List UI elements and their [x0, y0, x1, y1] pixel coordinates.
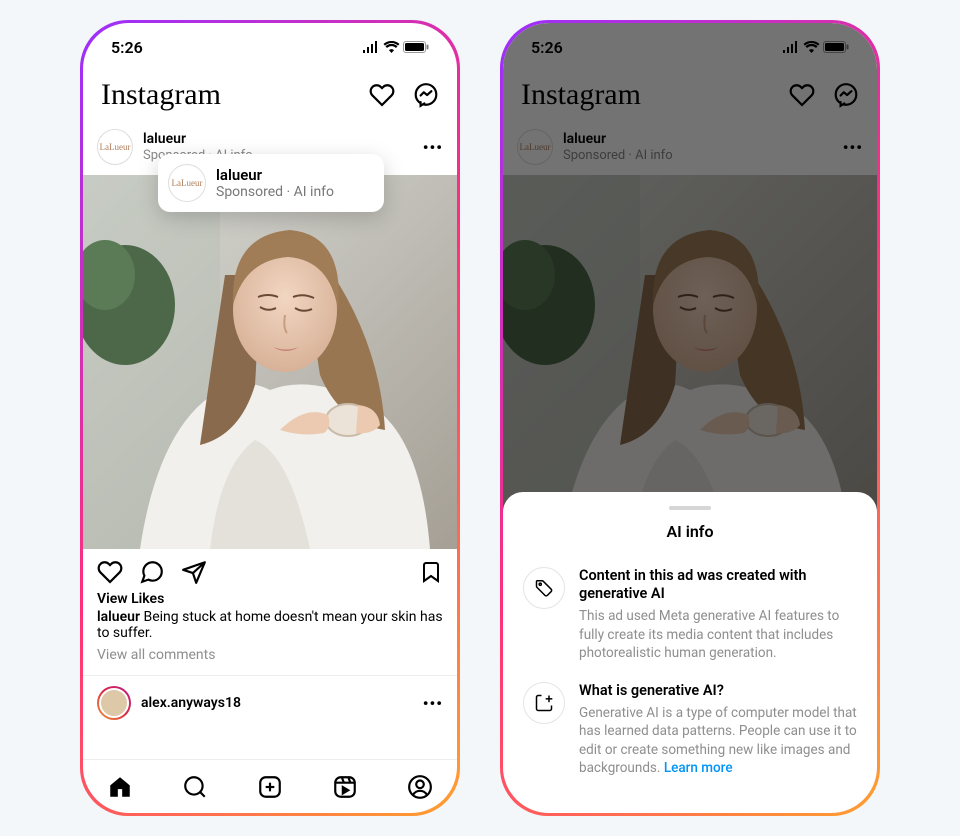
learn-more-link[interactable]: Learn more	[664, 760, 733, 776]
reels-icon[interactable]	[332, 774, 358, 800]
status-time: 5:26	[111, 38, 143, 57]
post-image[interactable]	[83, 175, 457, 549]
phone-screen-left: 5:26 Instagram LaLueur lalueur Sponsored…	[83, 23, 457, 813]
phone-left: 5:26 Instagram LaLueur lalueur Sponsored…	[80, 20, 460, 816]
tag-icon	[523, 567, 565, 609]
post-username[interactable]: lalueur	[143, 131, 413, 148]
instagram-header: Instagram	[83, 71, 457, 119]
sheet-row-content: Content in this ad was created with gene…	[503, 559, 877, 674]
next-post-header: alex.anyways18 •••	[83, 675, 457, 730]
view-comments[interactable]: View all comments	[97, 647, 443, 663]
phone-screen-right: 5:26 Instagram LaLueur lalueur Sponsored…	[503, 23, 877, 813]
share-icon[interactable]	[181, 559, 207, 585]
bookmark-icon[interactable]	[419, 560, 443, 584]
profile-icon[interactable]	[407, 774, 433, 800]
status-bar: 5:26	[83, 23, 457, 71]
status-indicators	[362, 41, 429, 53]
add-post-icon[interactable]	[257, 774, 283, 800]
messenger-icon[interactable]	[413, 82, 439, 108]
story-avatar[interactable]	[97, 686, 131, 720]
post-caption: lalueur Being stuck at home doesn't mean…	[97, 609, 443, 641]
comment-icon[interactable]	[139, 559, 165, 585]
like-icon[interactable]	[97, 559, 123, 585]
more-options-icon[interactable]: •••	[423, 694, 443, 713]
caption-text: Being stuck at home doesn't mean your sk…	[97, 609, 443, 641]
sheet-row2-body: Generative AI is a type of computer mode…	[579, 704, 857, 777]
home-icon[interactable]	[107, 774, 133, 800]
next-post-username[interactable]: alex.anyways18	[141, 695, 413, 711]
more-options-icon[interactable]: •••	[423, 138, 443, 157]
view-likes[interactable]: View Likes	[97, 591, 443, 607]
caption-username[interactable]: lalueur	[97, 609, 140, 625]
wifi-icon	[383, 41, 400, 53]
bottom-nav	[83, 759, 457, 813]
ai-info-sheet: AI info Content in this ad was created w…	[503, 492, 877, 813]
search-icon[interactable]	[182, 774, 208, 800]
battery-icon	[403, 41, 429, 53]
phone-right: 5:26 Instagram LaLueur lalueur Sponsored…	[500, 20, 880, 816]
heart-icon[interactable]	[369, 82, 395, 108]
sheet-row1-body: This ad used Meta generative AI features…	[579, 607, 857, 662]
tooltip-avatar: LaLueur	[168, 164, 206, 202]
ai-info-tooltip[interactable]: LaLueur lalueur Sponsored · AI info	[158, 154, 384, 212]
sheet-handle[interactable]	[669, 506, 711, 510]
sheet-row-genai: What is generative AI? Generative AI is …	[503, 674, 877, 789]
tooltip-username: lalueur	[216, 166, 334, 184]
sheet-row1-title: Content in this ad was created with gene…	[579, 567, 857, 603]
sheet-row2-title: What is generative AI?	[579, 682, 857, 700]
post-actions	[83, 549, 457, 589]
tooltip-subtitle: Sponsored · AI info	[216, 184, 334, 200]
instagram-logo[interactable]: Instagram	[101, 78, 221, 112]
post-avatar[interactable]: LaLueur	[97, 129, 133, 165]
create-sparkle-icon	[523, 682, 565, 724]
cellular-icon	[362, 41, 380, 53]
sheet-title: AI info	[503, 522, 877, 541]
